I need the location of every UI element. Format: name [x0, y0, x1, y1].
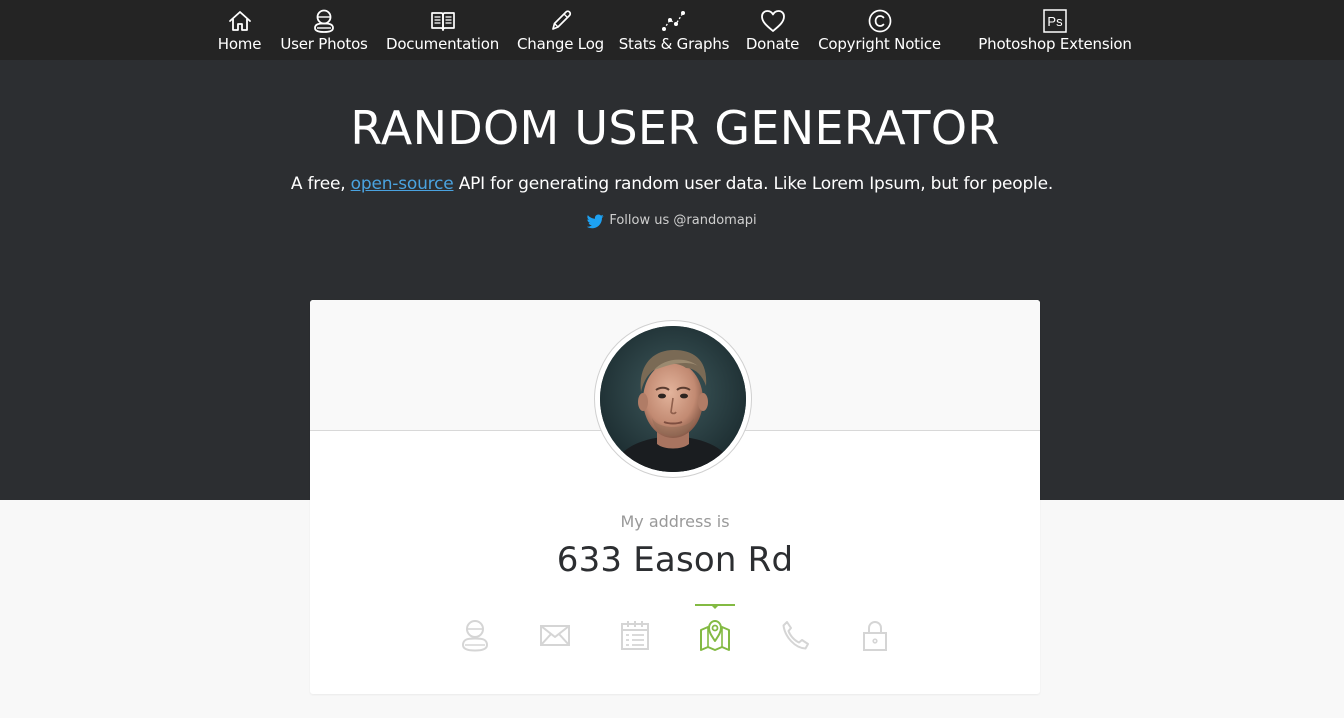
- twitter-icon: [587, 213, 604, 228]
- nav-label-documentation: Documentation: [385, 35, 500, 53]
- user-portrait-image: [600, 326, 746, 472]
- envelope-icon: [540, 625, 570, 646]
- top-navigation: Home User Photos Documentation Change Lo…: [0, 0, 1344, 60]
- phone-icon: [782, 621, 809, 650]
- tab-email[interactable]: [535, 604, 575, 656]
- nav-item-copyright-notice[interactable]: Copyright Notice: [818, 8, 941, 53]
- nav-label-copyright-notice: Copyright Notice: [818, 35, 941, 53]
- tab-name[interactable]: [455, 604, 495, 656]
- page-title: RANDOM USER GENERATOR: [350, 101, 1000, 155]
- user-photos-icon: [314, 9, 334, 33]
- nav-label-donate: Donate: [745, 35, 800, 53]
- user-icon: [461, 620, 489, 652]
- tab-phone[interactable]: [775, 604, 815, 656]
- nav-item-home[interactable]: Home: [218, 8, 261, 53]
- nav-label-user-photos: User Photos: [280, 35, 368, 53]
- nav-item-change-log[interactable]: Change Log: [517, 8, 604, 53]
- avatar: [600, 326, 746, 472]
- copyright-icon: [868, 9, 891, 33]
- twitter-follow-link[interactable]: Follow us @randomapi: [0, 212, 1344, 230]
- user-card: My address is 633 Eason Rd: [310, 300, 1040, 694]
- nav-item-photoshop-extension[interactable]: Ps Photoshop Extension: [978, 8, 1132, 53]
- subtitle-text-start: A free,: [290, 174, 351, 194]
- user-detail-value: 633 Eason Rd: [556, 540, 794, 580]
- nav-label-home: Home: [217, 35, 262, 53]
- nav-item-documentation[interactable]: Documentation: [385, 8, 500, 53]
- tab-password[interactable]: [855, 604, 895, 656]
- heart-icon: [760, 10, 785, 32]
- active-tab-notch: [712, 606, 718, 609]
- calendar-icon: [621, 621, 649, 650]
- lock-icon: [863, 620, 887, 651]
- user-detail-tabs: [310, 604, 1040, 664]
- nav-label-stats-graphs: Stats & Graphs: [618, 35, 730, 53]
- subtitle-text-end: API for generating random user data. Lik…: [453, 174, 1054, 194]
- tab-location[interactable]: [695, 604, 735, 656]
- open-source-link[interactable]: open-source: [351, 174, 454, 194]
- tab-birthday[interactable]: [615, 604, 655, 656]
- avatar-frame: [594, 320, 752, 478]
- nav-item-donate[interactable]: Donate: [746, 8, 799, 53]
- pencil-icon: [551, 10, 571, 30]
- nav-label-photoshop-extension: Photoshop Extension: [978, 35, 1132, 53]
- photoshop-icon: Ps: [1043, 9, 1067, 33]
- user-detail-label: My address is: [620, 512, 730, 531]
- hero-subtitle: A free, open-source API for generating r…: [0, 172, 1344, 196]
- nav-item-user-photos[interactable]: User Photos: [280, 8, 368, 53]
- nav-label-change-log: Change Log: [517, 35, 604, 53]
- follow-text: Follow us @randomapi: [609, 213, 757, 228]
- book-icon: [430, 12, 455, 31]
- nav-item-stats-graphs[interactable]: Stats & Graphs: [619, 8, 729, 53]
- graph-icon: [662, 11, 685, 31]
- home-icon: [228, 11, 251, 31]
- svg-text:Ps: Ps: [1047, 14, 1063, 29]
- map-icon: [700, 620, 730, 651]
